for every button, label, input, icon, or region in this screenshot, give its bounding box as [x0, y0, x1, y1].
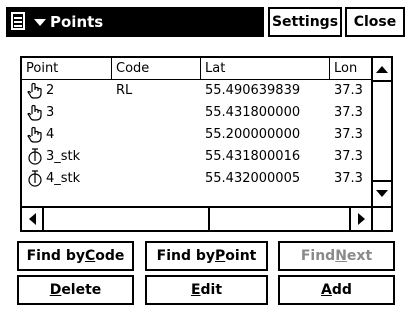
hand-pointer-icon	[27, 126, 42, 143]
point-lon: 37.3	[334, 127, 363, 142]
scroll-up-button[interactable]	[373, 58, 391, 82]
point-code: RL	[116, 83, 133, 98]
point-lon: 37.3	[334, 149, 363, 164]
point-lat: 55.432000005	[205, 171, 301, 186]
arrow-up-icon	[376, 65, 388, 73]
title-bar: Points Settings Close	[0, 0, 410, 44]
button-label-part: dit	[200, 282, 223, 298]
button-label-part: elete	[61, 282, 102, 298]
arrow-down-icon	[376, 189, 388, 197]
points-list[interactable]: Point Code Lat Lon 2 RL 55.490639839 37.…	[20, 56, 393, 232]
arrow-right-icon	[357, 213, 365, 225]
button-label-part: ode	[95, 248, 125, 264]
window-title: Points	[50, 13, 104, 31]
point-lat: 55.200000000	[205, 127, 301, 142]
button-label-part: dd	[331, 282, 352, 298]
point-name: 3	[46, 105, 55, 120]
horizontal-scroll-thumb[interactable]	[44, 208, 210, 230]
scroll-left-button[interactable]	[22, 208, 44, 230]
button-accelerator: N	[335, 248, 347, 264]
button-accelerator: P	[215, 248, 226, 264]
vertical-scrollbar[interactable]	[371, 58, 391, 206]
point-lat: 55.431800000	[205, 105, 301, 120]
vertical-scroll-thumb[interactable]	[373, 82, 391, 180]
scroll-right-button[interactable]	[349, 208, 371, 230]
point-code	[116, 168, 201, 190]
point-code	[116, 124, 201, 146]
hand-pointer-icon	[27, 82, 42, 99]
stakeout-icon	[28, 170, 42, 187]
arrow-left-icon	[28, 213, 36, 225]
find-next-button[interactable]: Find Next	[278, 241, 395, 271]
point-code	[116, 146, 201, 168]
table-row[interactable]: 2 RL 55.490639839 37.3	[22, 80, 371, 102]
point-lat: 55.431800016	[205, 149, 301, 164]
list-header: Point Code Lat Lon	[22, 58, 371, 80]
point-lat: 55.490639839	[205, 83, 301, 98]
point-lon: 37.3	[334, 171, 363, 186]
add-button[interactable]: Add	[278, 275, 395, 305]
column-header-code[interactable]: Code	[112, 58, 201, 79]
table-row[interactable]: 4 55.200000000 37.3	[22, 124, 371, 146]
edit-button[interactable]: Edit	[145, 275, 268, 305]
close-button[interactable]: Close	[345, 7, 405, 37]
scroll-down-button[interactable]	[373, 180, 391, 204]
find-by-point-button[interactable]: Find by Point	[145, 241, 268, 271]
table-row[interactable]: 3 55.431800000 37.3	[22, 102, 371, 124]
button-accelerator: C	[84, 248, 96, 264]
hand-pointer-icon	[27, 104, 42, 121]
button-label-part: Find	[300, 248, 336, 264]
point-lon: 37.3	[334, 83, 363, 98]
point-name: 4	[46, 127, 55, 142]
column-header-lat[interactable]: Lat	[201, 58, 330, 79]
table-row[interactable]: 3_stk 55.431800016 37.3	[22, 146, 371, 168]
horizontal-scrollbar[interactable]	[22, 206, 371, 230]
table-row[interactable]: 4_stk 55.432000005 37.3	[22, 168, 371, 190]
column-header-lon[interactable]: Lon	[330, 58, 371, 79]
button-label-part: ext	[346, 248, 373, 264]
button-accelerator: D	[49, 282, 62, 298]
point-lon: 37.3	[334, 105, 363, 120]
point-name: 4_stk	[46, 171, 81, 186]
button-label-part: Find by	[156, 248, 216, 264]
menu-icon[interactable]	[9, 10, 33, 34]
column-header-point[interactable]: Point	[22, 58, 112, 79]
stakeout-icon	[28, 148, 42, 165]
delete-button[interactable]: Delete	[17, 275, 134, 305]
dropdown-arrow-icon[interactable]	[34, 18, 46, 26]
button-accelerator: E	[190, 282, 201, 298]
settings-button[interactable]: Settings	[268, 7, 342, 37]
point-name: 3_stk	[46, 149, 81, 164]
button-label-part: Find by	[26, 248, 85, 264]
find-by-code-button[interactable]: Find by Code	[17, 241, 134, 271]
point-code	[116, 102, 201, 124]
start-menu-area[interactable]: Points	[6, 7, 264, 37]
button-label-part: oint	[225, 248, 257, 264]
point-name: 2	[46, 83, 55, 98]
button-accelerator: A	[321, 282, 332, 298]
scrollbar-corner	[371, 206, 391, 230]
